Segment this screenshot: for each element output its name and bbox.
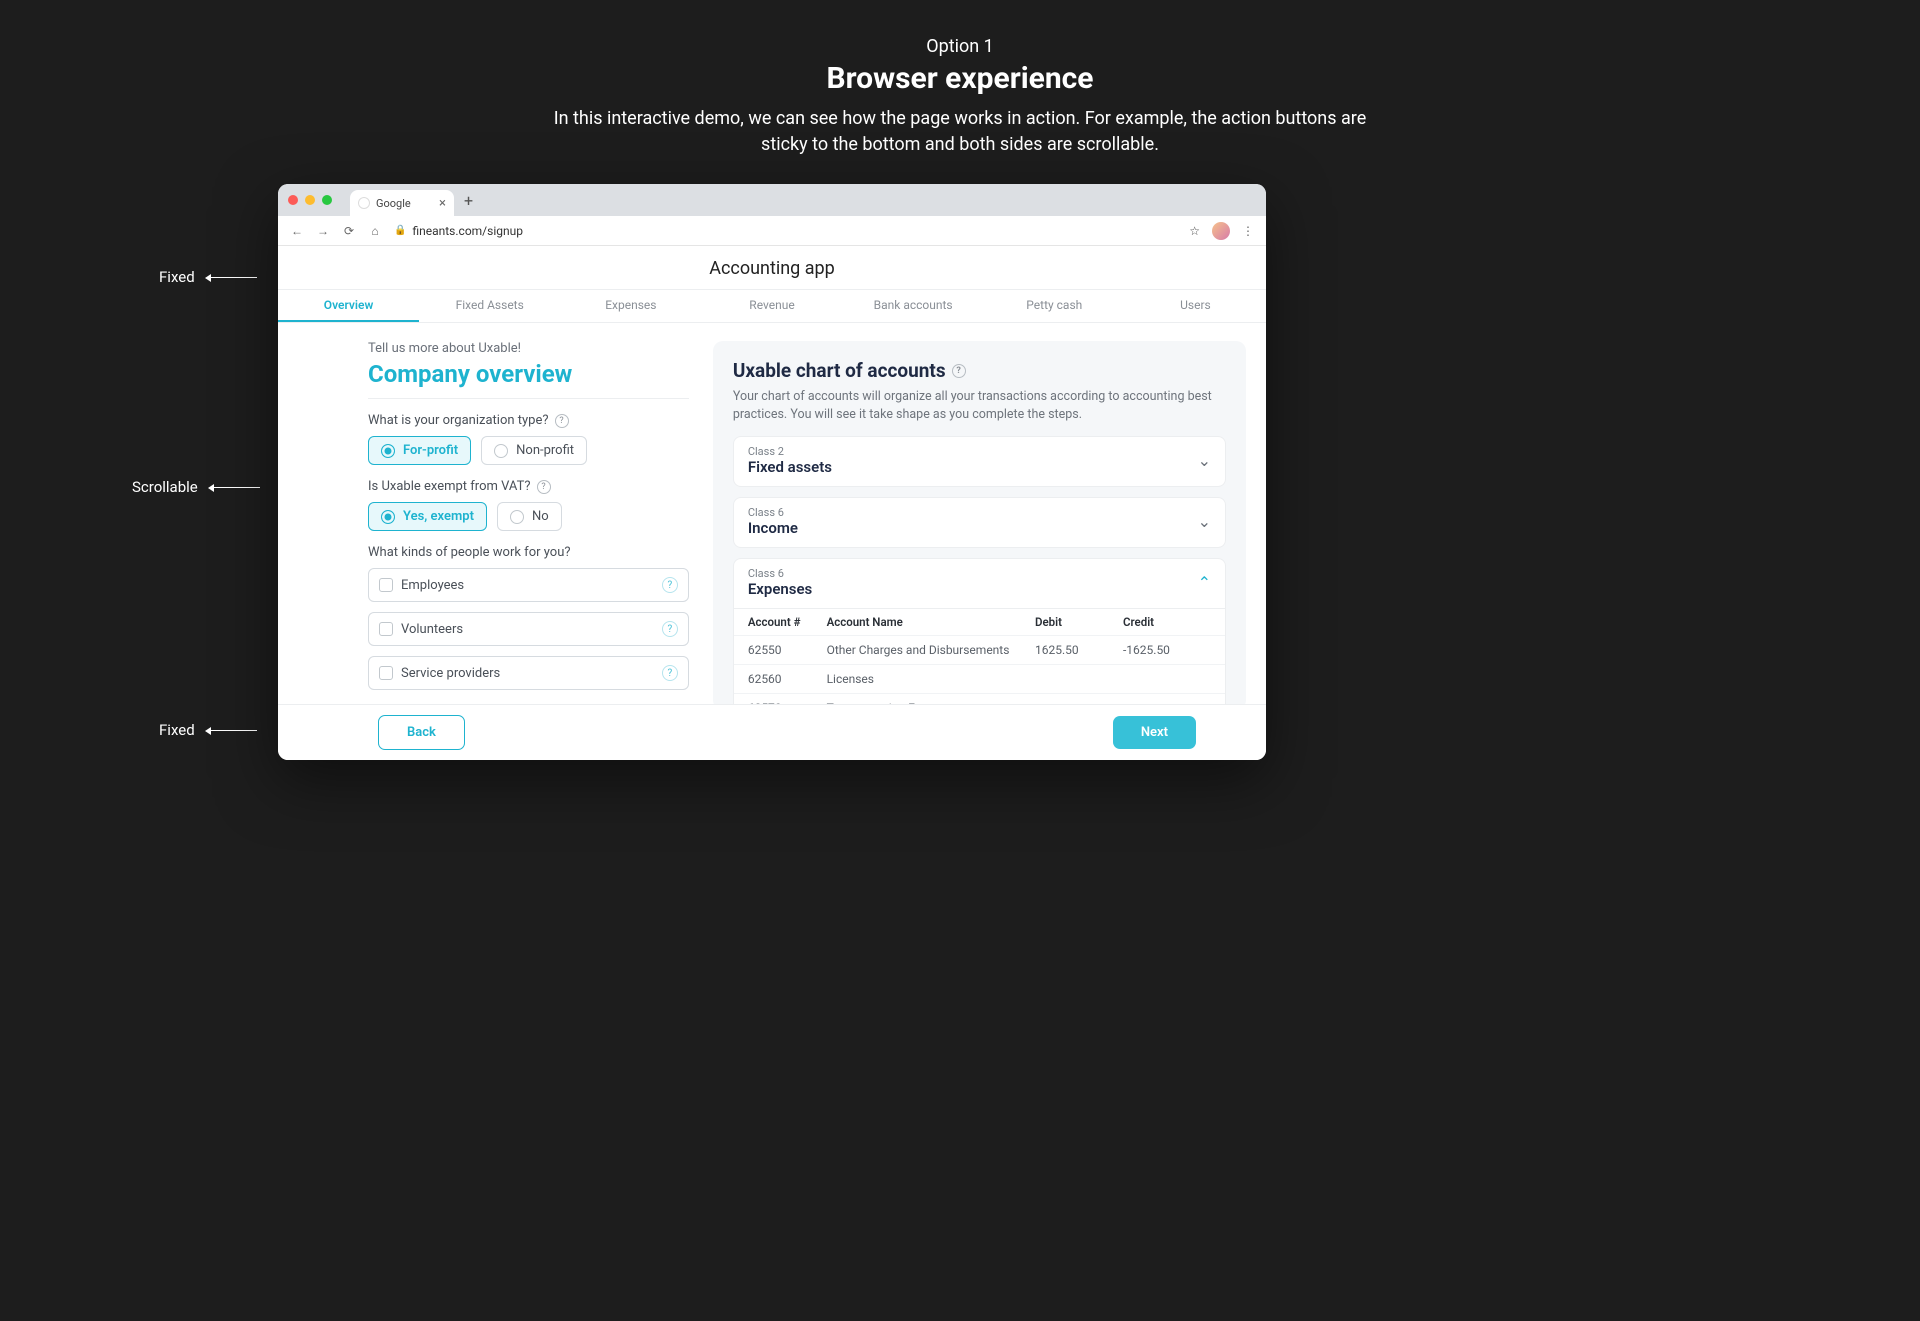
- browser-window: Google × + ← → ⟳ ⌂ 🔒 fineants.com/signup…: [278, 184, 1266, 760]
- checkbox-service-providers[interactable]: Service providers?: [368, 656, 689, 690]
- app-nav-tabs: Overview Fixed Assets Expenses Revenue B…: [278, 289, 1266, 323]
- accordion-expenses: Class 6Expenses ⌃ Account #Account NameD…: [733, 558, 1226, 710]
- bookmark-icon[interactable]: ☆: [1189, 224, 1200, 238]
- radio-for-profit[interactable]: For-profit: [368, 436, 471, 465]
- tab-title: Google: [376, 197, 411, 210]
- help-icon[interactable]: ?: [952, 364, 966, 378]
- minimize-window-icon[interactable]: [305, 195, 315, 205]
- tab-overview[interactable]: Overview: [278, 290, 419, 322]
- reload-icon[interactable]: ⟳: [342, 224, 356, 238]
- browser-addressbar: ← → ⟳ ⌂ 🔒 fineants.com/signup ☆ ⋮: [278, 216, 1266, 246]
- chevron-up-icon: ⌃: [1198, 573, 1211, 592]
- chevron-down-icon: ⌄: [1198, 512, 1211, 531]
- app-title: Accounting app: [278, 246, 1266, 289]
- checkbox-volunteers[interactable]: Volunteers?: [368, 612, 689, 646]
- right-panel[interactable]: Uxable chart of accounts? Your chart of …: [713, 341, 1246, 710]
- panel-description: Your chart of accounts will organize all…: [733, 388, 1226, 424]
- left-scroll-area[interactable]: Tell us more about Uxable! Company overv…: [368, 341, 699, 710]
- close-window-icon[interactable]: [288, 195, 298, 205]
- next-button[interactable]: Next: [1113, 716, 1196, 749]
- panel-title: Uxable chart of accounts?: [733, 359, 1226, 382]
- tab-fixed-assets[interactable]: Fixed Assets: [419, 290, 560, 322]
- question-vat: Is Uxable exempt from VAT??: [368, 479, 689, 494]
- question-org-type: What is your organization type??: [368, 413, 689, 428]
- google-favicon: [358, 197, 370, 209]
- chevron-down-icon: ⌄: [1198, 451, 1211, 470]
- help-icon[interactable]: ?: [662, 665, 678, 681]
- checkbox-employees[interactable]: Employees?: [368, 568, 689, 602]
- accordion-header[interactable]: Class 6Expenses ⌃: [734, 559, 1225, 608]
- help-icon[interactable]: ?: [662, 621, 678, 637]
- question-people: What kinds of people work for you?: [368, 545, 689, 560]
- kebab-menu-icon[interactable]: ⋮: [1242, 224, 1254, 238]
- home-icon[interactable]: ⌂: [368, 224, 382, 238]
- tab-bank-accounts[interactable]: Bank accounts: [843, 290, 984, 322]
- table-row[interactable]: 62560Licenses: [734, 664, 1225, 693]
- table-header: Account #Account NameDebitCredit: [734, 608, 1225, 635]
- maximize-window-icon[interactable]: [322, 195, 332, 205]
- accordion-income: Class 6Income ⌄: [733, 497, 1226, 548]
- annotation-fixed-bottom: Fixed: [159, 721, 257, 739]
- action-footer: Back Next: [278, 704, 1266, 760]
- traffic-lights[interactable]: [288, 195, 332, 205]
- nav-forward-icon[interactable]: →: [316, 224, 330, 238]
- page-title: Browser experience: [0, 61, 1920, 96]
- page-description: In this interactive demo, we can see how…: [0, 106, 1920, 158]
- tab-expenses[interactable]: Expenses: [560, 290, 701, 322]
- tab-revenue[interactable]: Revenue: [701, 290, 842, 322]
- tab-users[interactable]: Users: [1125, 290, 1266, 322]
- radio-non-profit[interactable]: Non-profit: [481, 436, 587, 465]
- option-label: Option 1: [0, 36, 1920, 57]
- nav-back-icon[interactable]: ←: [290, 224, 304, 238]
- accordion-header[interactable]: Class 6Income ⌄: [734, 498, 1225, 547]
- tab-petty-cash[interactable]: Petty cash: [984, 290, 1125, 322]
- profile-avatar[interactable]: [1212, 222, 1230, 240]
- browser-tab[interactable]: Google ×: [350, 190, 454, 216]
- radio-yes-exempt[interactable]: Yes, exempt: [368, 502, 487, 531]
- close-tab-icon[interactable]: ×: [439, 196, 446, 211]
- form-heading: Company overview: [368, 360, 689, 399]
- browser-tabbar: Google × +: [278, 184, 1266, 216]
- url-text: fineants.com/signup: [412, 224, 523, 238]
- radio-no[interactable]: No: [497, 502, 562, 531]
- annotation-fixed-top: Fixed: [159, 268, 257, 286]
- accordion-header[interactable]: Class 2Fixed assets ⌄: [734, 437, 1225, 486]
- form-pretitle: Tell us more about Uxable!: [368, 341, 689, 356]
- back-button[interactable]: Back: [378, 715, 465, 750]
- url-field[interactable]: 🔒 fineants.com/signup: [394, 224, 1177, 238]
- annotation-scrollable: Scrollable: [132, 478, 260, 496]
- table-row[interactable]: 62550Other Charges and Disbursements1625…: [734, 635, 1225, 664]
- help-icon[interactable]: ?: [662, 577, 678, 593]
- accordion-fixed-assets: Class 2Fixed assets ⌄: [733, 436, 1226, 487]
- lock-icon: 🔒: [394, 225, 406, 236]
- help-icon[interactable]: ?: [555, 414, 569, 428]
- new-tab-icon[interactable]: +: [464, 191, 473, 210]
- help-icon[interactable]: ?: [537, 480, 551, 494]
